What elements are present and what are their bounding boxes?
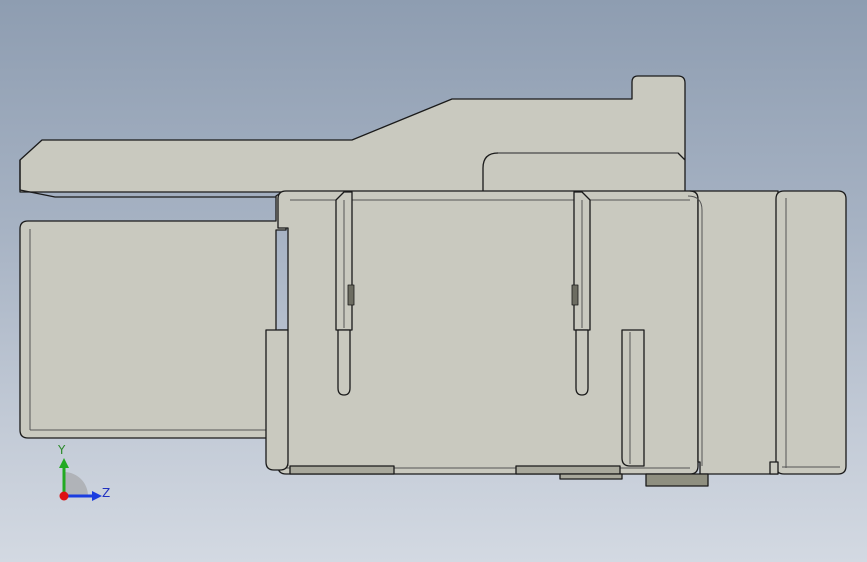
terminal-slot-2-lower [575, 329, 589, 396]
left-housing [19, 191, 287, 439]
right-section [689, 190, 779, 475]
bottom-tab-right [645, 473, 709, 487]
bottom-tab-mid-lower [559, 473, 623, 480]
notch-left [265, 329, 289, 471]
latch-arm [19, 75, 686, 193]
axis-y-label: Y [58, 443, 66, 457]
bottom-tab-left [289, 465, 395, 475]
notch-right [621, 329, 645, 467]
x-axis-origin [59, 491, 69, 501]
connector-model [19, 75, 847, 487]
cad-viewport[interactable]: Y Z [0, 0, 867, 562]
axis-z-label: Z [102, 486, 111, 500]
terminal-slot-1-lower [337, 329, 351, 396]
coordinate-triad [59, 458, 102, 501]
bottom-tab-mid [515, 465, 621, 475]
triad-plane-quarter [64, 472, 88, 496]
